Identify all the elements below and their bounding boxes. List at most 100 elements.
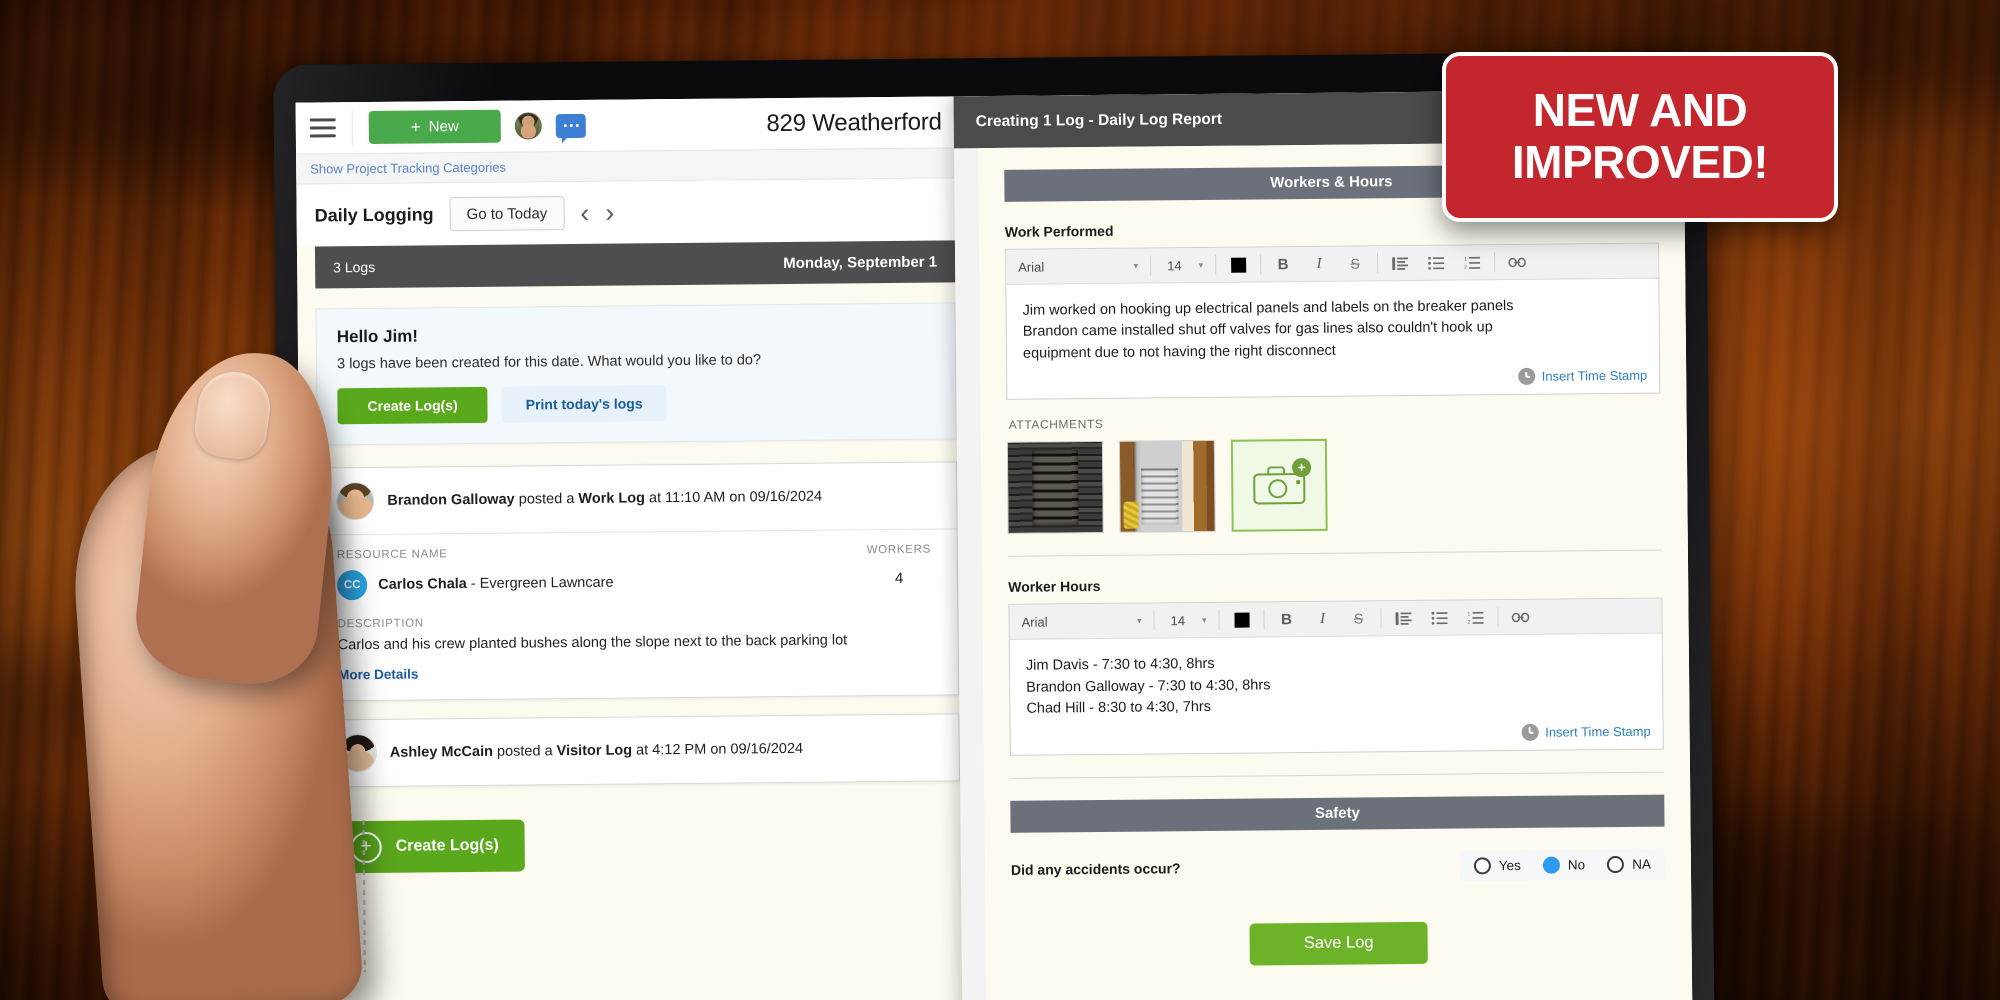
- toolbar-divider: [1260, 254, 1261, 274]
- attachments-list: +: [1007, 436, 1662, 534]
- radio-label: No: [1568, 857, 1585, 872]
- log-date: 09/16/2024: [749, 489, 822, 506]
- text-color-button[interactable]: [1220, 247, 1256, 281]
- tablet-screen: + New 829 Weatherford Show Project Track…: [296, 89, 1693, 1000]
- modal-content: Workers & Hours Work Performed Arial ▾ 1…: [978, 141, 1693, 1000]
- log-author: Ashley McCain: [390, 744, 493, 761]
- chat-bubble-icon[interactable]: [556, 113, 586, 137]
- show-project-tracking-categories-link[interactable]: Show Project Tracking Categories: [310, 160, 506, 177]
- add-photo-button[interactable]: +: [1231, 439, 1328, 532]
- insert-time-stamp-link[interactable]: Insert Time Stamp: [1545, 723, 1651, 739]
- avatar-image: [516, 113, 541, 138]
- work-performed-editor[interactable]: Arial ▾ 14 ▾ B I S: [1005, 243, 1660, 401]
- log-entry-header: Ashley McCain posted a Visitor Log at 4:…: [320, 714, 959, 786]
- chevron-down-icon: ▾: [1202, 615, 1207, 626]
- font-size-value: 14: [1167, 258, 1182, 273]
- go-to-today-button[interactable]: Go to Today: [449, 196, 564, 231]
- align-left-button[interactable]: [1385, 601, 1421, 635]
- resource-name-label: RESOURCE NAME: [337, 544, 859, 561]
- save-log-button[interactable]: Save Log: [1249, 922, 1427, 966]
- date-summary-bar: 3 Logs Monday, September 1: [315, 240, 955, 288]
- log-posted-text: posted a: [497, 743, 553, 760]
- radio-icon: [1607, 856, 1624, 873]
- log-list: Hello Jim! 3 logs have been created for …: [297, 282, 961, 873]
- resource-row: RESOURCE NAME CC Carlos Chala - Evergree…: [337, 544, 939, 601]
- log-entry-visitor-log[interactable]: Ashley McCain posted a Visitor Log at 4:…: [319, 713, 960, 787]
- text-color-button[interactable]: [1223, 603, 1259, 637]
- greeting-body: 3 logs have been created for this date. …: [337, 351, 935, 373]
- toolbar-divider: [1215, 255, 1216, 275]
- print-todays-logs-button[interactable]: Print today's logs: [502, 385, 667, 423]
- current-date: Monday, September 1: [783, 253, 937, 271]
- greeting-heading: Hello Jim!: [337, 322, 935, 348]
- toolbar-divider: [1497, 608, 1498, 628]
- badge-line-2: IMPROVED!: [1512, 137, 1768, 189]
- section-title: Daily Logging: [315, 204, 434, 226]
- radio-option-na[interactable]: NA: [1607, 855, 1651, 872]
- toolbar-divider: [1263, 610, 1264, 630]
- log-entry-header: Brandon Galloway posted a Work Log at 11…: [318, 462, 957, 534]
- section-divider: [1010, 771, 1664, 778]
- workers-label: WORKERS: [859, 544, 939, 557]
- insert-time-stamp-row[interactable]: Insert Time Stamp: [1007, 365, 1659, 399]
- workers-column: WORKERS 4: [859, 544, 939, 588]
- worker-hours-label: Worker Hours: [1008, 573, 1662, 595]
- resource-person: CC Carlos Chala - Evergreen Lawncare: [337, 565, 859, 600]
- italic-button[interactable]: I: [1304, 602, 1340, 636]
- log-author: Brandon Galloway: [387, 492, 514, 509]
- new-button-label: New: [429, 118, 459, 135]
- create-log-modal: Creating 1 Log - Daily Log Report Worker…: [954, 89, 1693, 1000]
- bullet-list-button[interactable]: [1421, 601, 1457, 635]
- toolbar-divider: [1377, 253, 1378, 273]
- font-family-select[interactable]: Arial ▾: [1009, 604, 1149, 639]
- hamburger-menu-icon[interactable]: [310, 118, 336, 137]
- align-left-icon: [1392, 257, 1408, 270]
- numbered-list-button[interactable]: 12: [1454, 245, 1490, 279]
- clock-icon: [1518, 368, 1535, 385]
- log-date: 09/16/2024: [730, 741, 803, 758]
- font-size-select[interactable]: 14 ▾: [1155, 248, 1211, 283]
- log-entry-work-log[interactable]: Brandon Galloway posted a Work Log at 11…: [317, 461, 959, 701]
- insert-link-button[interactable]: [1502, 600, 1538, 634]
- insert-time-stamp-link[interactable]: Insert Time Stamp: [1542, 368, 1648, 384]
- work-performed-text[interactable]: Jim worked on hooking up electrical pane…: [1006, 279, 1659, 372]
- align-left-button[interactable]: [1382, 246, 1418, 280]
- attachment-image: [1008, 442, 1103, 533]
- strikethrough-button[interactable]: S: [1337, 246, 1373, 280]
- bold-button[interactable]: B: [1268, 602, 1304, 636]
- numbered-list-button[interactable]: 12: [1457, 601, 1493, 635]
- avatar: [336, 482, 374, 520]
- bullet-list-button[interactable]: [1418, 246, 1454, 280]
- attachment-thumbnail-breaker-panel[interactable]: [1007, 441, 1104, 534]
- insert-time-stamp-row[interactable]: Insert Time Stamp: [1011, 720, 1663, 754]
- attachment-thumbnail-electrical-panel[interactable]: [1119, 440, 1216, 533]
- svg-text:1: 1: [1464, 256, 1467, 262]
- italic-button[interactable]: I: [1301, 247, 1337, 281]
- radio-label: Yes: [1499, 858, 1521, 873]
- user-avatar[interactable]: [515, 112, 542, 139]
- daily-logging-header: Daily Logging Go to Today ‹ ›: [296, 178, 955, 246]
- radio-option-yes[interactable]: Yes: [1474, 857, 1521, 874]
- bold-button[interactable]: B: [1265, 247, 1301, 281]
- worker-hours-editor[interactable]: Arial ▾ 14 ▾ B I S: [1008, 598, 1663, 756]
- strikethrough-button[interactable]: S: [1340, 602, 1376, 636]
- toolbar-divider: [352, 110, 353, 145]
- plus-icon: +: [411, 117, 421, 137]
- new-button[interactable]: + New: [369, 110, 501, 144]
- next-day-icon[interactable]: ›: [605, 199, 614, 226]
- insert-link-button[interactable]: [1499, 245, 1535, 279]
- resource-person-name: Carlos Chala: [378, 576, 467, 593]
- more-details-link[interactable]: More Details: [338, 667, 418, 683]
- previous-day-icon[interactable]: ‹: [580, 199, 589, 226]
- section-header-safety: Safety: [1010, 794, 1664, 832]
- radio-option-no[interactable]: No: [1543, 856, 1585, 873]
- initials-badge: CC: [337, 570, 367, 600]
- log-entry-body: RESOURCE NAME CC Carlos Chala - Evergree…: [319, 528, 959, 700]
- create-logs-button[interactable]: Create Log(s): [337, 387, 488, 424]
- worker-hours-line: Chad Hill - 8:30 to 4:30, 7hrs: [1026, 693, 1646, 720]
- worker-hours-text[interactable]: Jim Davis - 7:30 to 4:30, 8hrs Brandon G…: [1010, 634, 1663, 727]
- font-family-value: Arial: [1021, 614, 1047, 629]
- font-size-select[interactable]: 14 ▾: [1158, 603, 1214, 638]
- svg-text:2: 2: [1464, 264, 1467, 269]
- font-family-select[interactable]: Arial ▾: [1006, 249, 1146, 284]
